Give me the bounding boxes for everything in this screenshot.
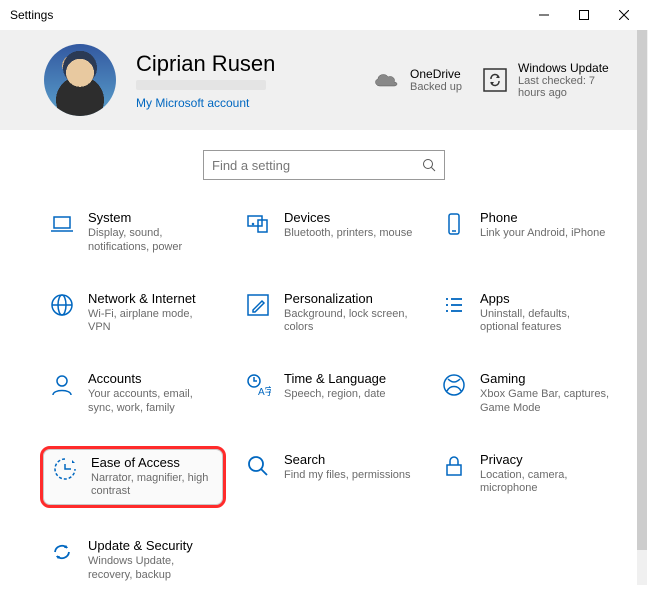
- tile-title: Ease of Access: [91, 455, 215, 470]
- tile-title: Accounts: [88, 371, 218, 386]
- tile-desc: Background, lock screen, colors: [284, 308, 414, 336]
- tile-phone[interactable]: Phone Link your Android, iPhone: [432, 204, 618, 261]
- list-icon: [440, 291, 468, 319]
- scrollbar[interactable]: [637, 30, 647, 585]
- onedrive-substatus: Backed up: [410, 81, 462, 93]
- laptop-icon: [48, 210, 76, 238]
- tile-desc: Location, camera, microphone: [480, 469, 610, 497]
- search-placeholder: Find a setting: [212, 158, 422, 173]
- onedrive-label: OneDrive: [410, 67, 462, 81]
- tile-title: Search: [284, 452, 411, 467]
- window-title: Settings: [10, 8, 524, 22]
- tile-title: Gaming: [480, 371, 610, 386]
- settings-grid: System Display, sound, notifications, pow…: [0, 204, 648, 609]
- close-button[interactable]: [604, 0, 644, 30]
- tile-title: Update & Security: [88, 538, 218, 553]
- tile-desc: Link your Android, iPhone: [480, 227, 605, 241]
- user-name: Ciprian Rusen: [136, 51, 275, 77]
- lock-icon: [440, 452, 468, 480]
- tile-title: Time & Language: [284, 371, 386, 386]
- tile-system[interactable]: System Display, sound, notifications, pow…: [40, 204, 226, 261]
- tile-desc: Wi-Fi, airplane mode, VPN: [88, 308, 218, 336]
- tile-search[interactable]: Search Find my files, permissions: [236, 446, 422, 509]
- svg-text:A字: A字: [258, 385, 271, 398]
- tile-title: Privacy: [480, 452, 610, 467]
- tile-title: Apps: [480, 291, 610, 306]
- my-microsoft-account-link[interactable]: My Microsoft account: [136, 96, 275, 110]
- tile-time-language[interactable]: A字 Time & Language Speech, region, date: [236, 365, 422, 422]
- tile-title: Personalization: [284, 291, 414, 306]
- user-email-placeholder: [136, 80, 266, 90]
- tile-desc: Find my files, permissions: [284, 469, 411, 483]
- devices-icon: [244, 210, 272, 238]
- tile-privacy[interactable]: Privacy Location, camera, microphone: [432, 446, 618, 509]
- tile-personalization[interactable]: Personalization Background, lock screen, …: [236, 285, 422, 342]
- search-icon: [422, 158, 436, 172]
- tile-apps[interactable]: Apps Uninstall, defaults, optional featur…: [432, 285, 618, 342]
- header: Ciprian Rusen My Microsoft account OneDr…: [0, 30, 648, 130]
- titlebar: Settings: [0, 0, 648, 30]
- tile-title: Network & Internet: [88, 291, 218, 306]
- tile-title: System: [88, 210, 218, 225]
- tile-title: Devices: [284, 210, 412, 225]
- tile-desc: Narrator, magnifier, high contrast: [91, 472, 215, 500]
- tile-update-security[interactable]: Update & Security Windows Update, recover…: [40, 532, 226, 589]
- tile-accounts[interactable]: Accounts Your accounts, email, sync, work…: [40, 365, 226, 422]
- xbox-icon: [440, 371, 468, 399]
- search-tile-icon: [244, 452, 272, 480]
- time-language-icon: A字: [244, 371, 272, 399]
- sync-icon: [482, 67, 508, 93]
- windows-update-status[interactable]: Windows Update Last checked: 7 hours ago: [482, 61, 618, 99]
- maximize-button[interactable]: [564, 0, 604, 30]
- tile-ease-of-access[interactable]: Ease of Access Narrator, magnifier, high …: [40, 446, 226, 509]
- tile-title: Phone: [480, 210, 605, 225]
- tile-desc: Uninstall, defaults, optional features: [480, 308, 610, 336]
- windows-update-label: Windows Update: [518, 61, 618, 75]
- avatar[interactable]: [44, 44, 116, 116]
- windows-update-substatus: Last checked: 7 hours ago: [518, 75, 618, 99]
- onedrive-status[interactable]: OneDrive Backed up: [372, 67, 462, 93]
- minimize-button[interactable]: [524, 0, 564, 30]
- tile-desc: Your accounts, email, sync, work, family: [88, 388, 218, 416]
- tile-desc: Speech, region, date: [284, 388, 386, 402]
- update-security-icon: [48, 538, 76, 566]
- tile-network[interactable]: Network & Internet Wi-Fi, airplane mode, …: [40, 285, 226, 342]
- phone-icon: [440, 210, 468, 238]
- tile-devices[interactable]: Devices Bluetooth, printers, mouse: [236, 204, 422, 261]
- tile-desc: Bluetooth, printers, mouse: [284, 227, 412, 241]
- search-input[interactable]: Find a setting: [203, 150, 445, 180]
- tile-desc: Xbox Game Bar, captures, Game Mode: [480, 388, 610, 416]
- cloud-icon: [372, 70, 400, 90]
- user-block: Ciprian Rusen My Microsoft account: [136, 51, 275, 110]
- scrollbar-thumb[interactable]: [637, 30, 647, 550]
- ease-of-access-icon: [51, 455, 79, 483]
- person-icon: [48, 371, 76, 399]
- globe-icon: [48, 291, 76, 319]
- tile-gaming[interactable]: Gaming Xbox Game Bar, captures, Game Mode: [432, 365, 618, 422]
- pencil-icon: [244, 291, 272, 319]
- tile-desc: Display, sound, notifications, power: [88, 227, 218, 255]
- tile-desc: Windows Update, recovery, backup: [88, 555, 218, 583]
